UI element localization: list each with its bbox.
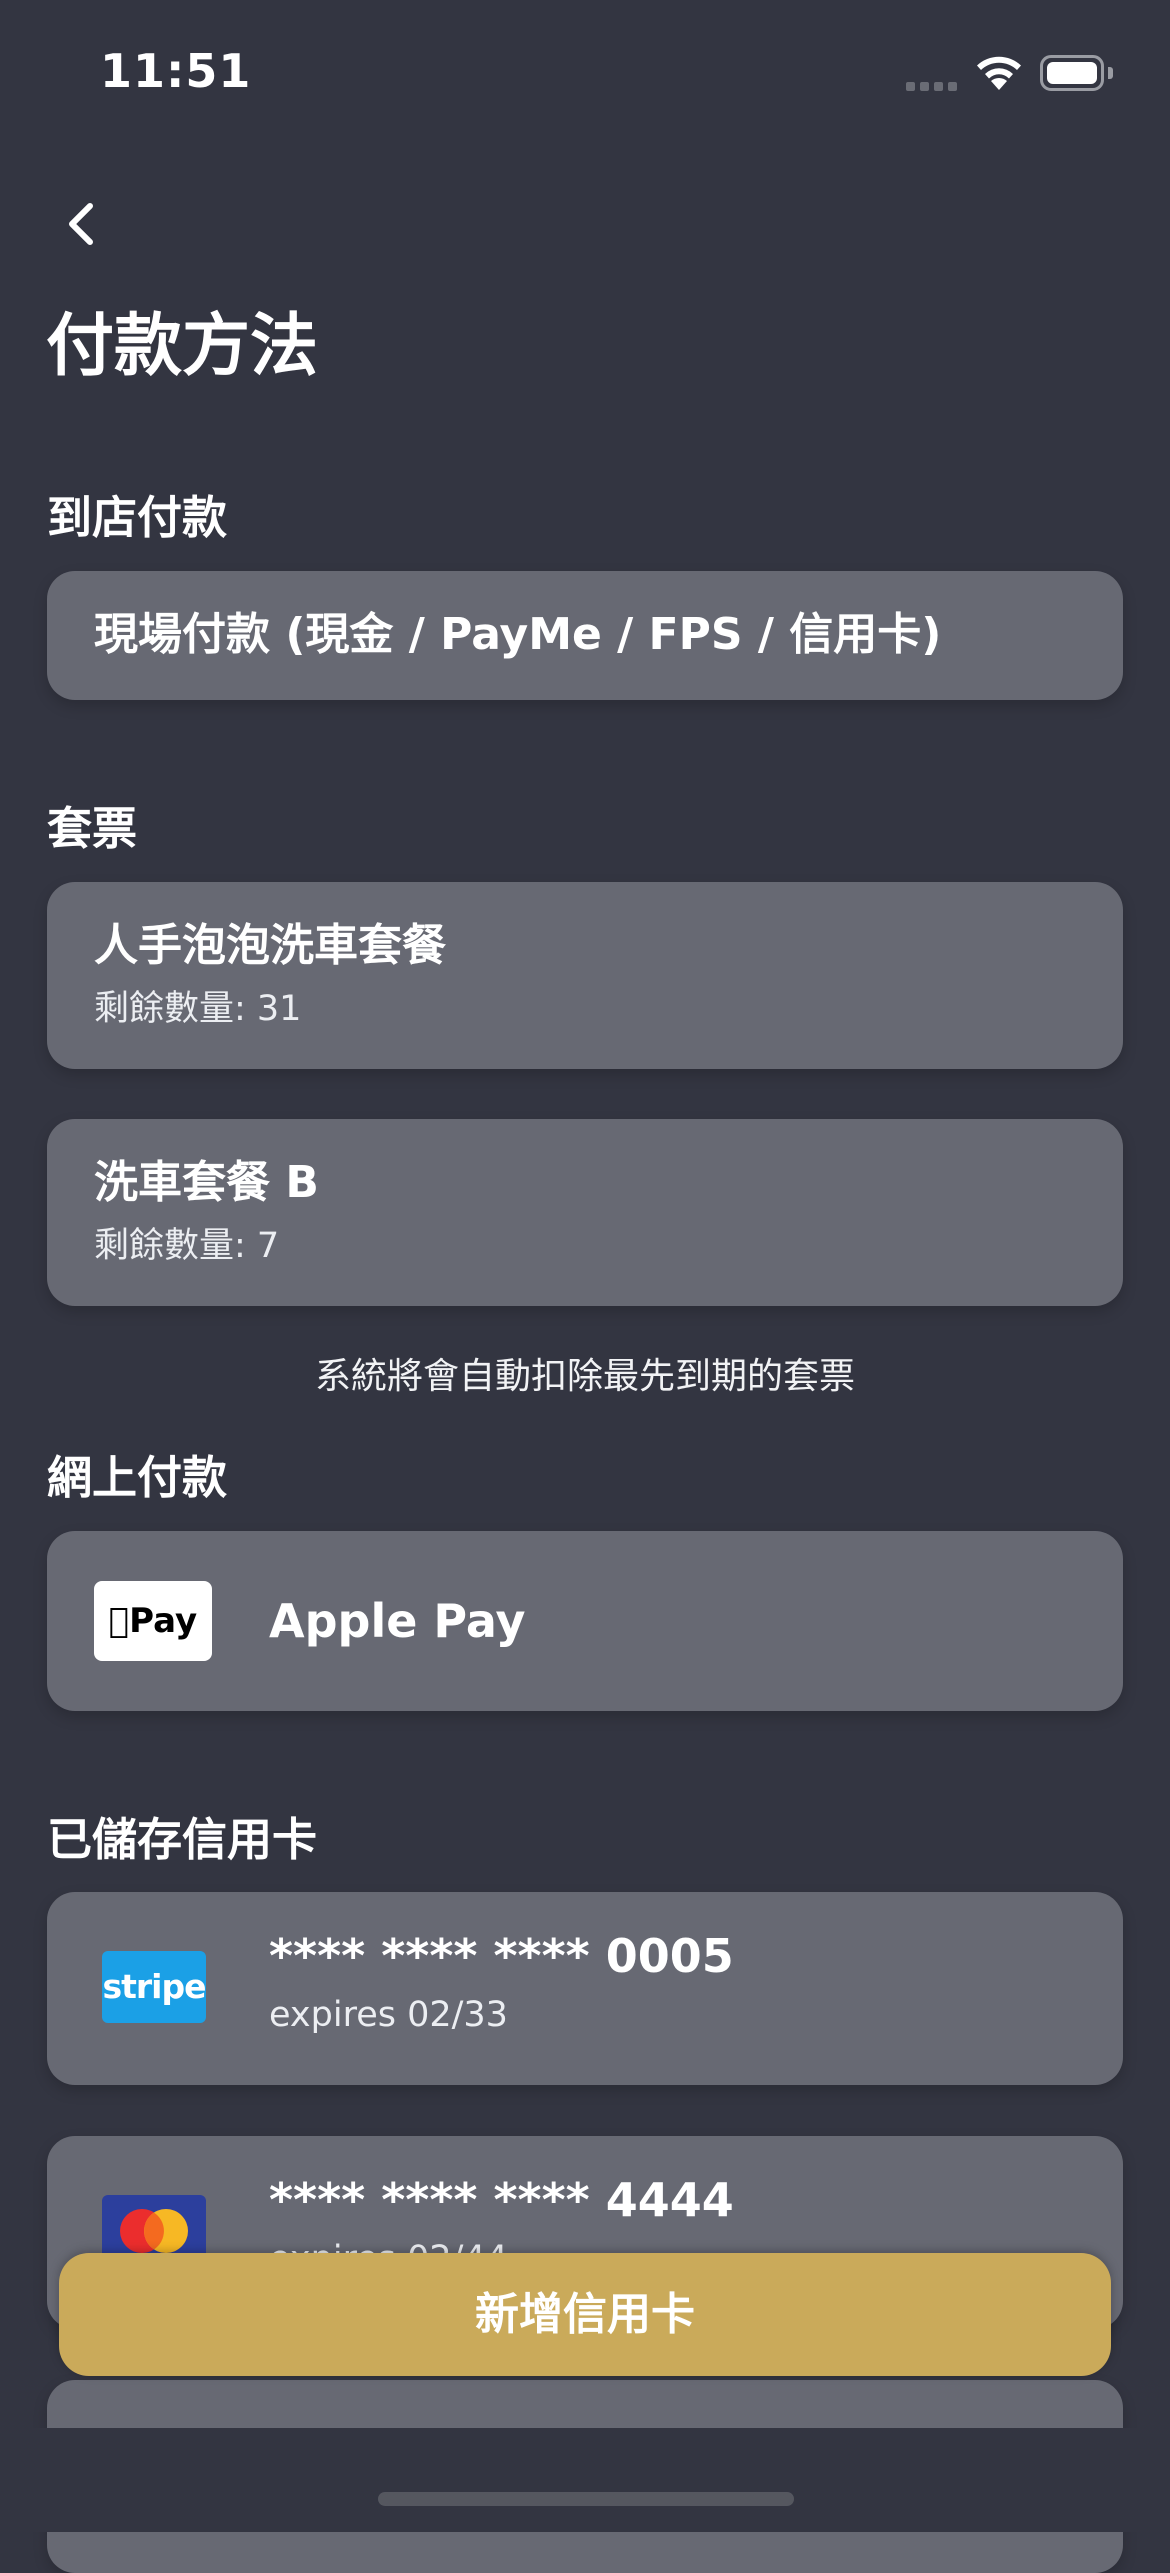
apple-pay-label: Apple Pay: [269, 1594, 526, 1648]
ticket-name: 洗車套餐 B: [94, 1157, 319, 1208]
bottom-safe-area: [0, 2428, 1170, 2532]
stripe-logo: stripe: [102, 1951, 207, 2023]
wifi-icon: [977, 56, 1021, 90]
battery-icon: [1040, 55, 1104, 91]
status-bar: 11:51: [0, 0, 1170, 150]
apple-pay-logo-text: Pay: [118, 1601, 197, 1641]
section-title-in-store: 到店付款: [47, 491, 228, 544]
card-number: **** **** **** 4444: [269, 2173, 734, 2227]
pay-in-store-label: 現場付款 (現金 / PayMe / FPS / 信用卡): [94, 609, 942, 660]
status-time: 11:51: [100, 44, 252, 98]
section-title-tickets: 套票: [47, 802, 138, 855]
ticket-deduction-note: 系統將會自動扣除最先到期的套票: [314, 1356, 855, 1397]
apple-pay-logo: Pay: [94, 1581, 212, 1661]
ticket-remaining: 剩餘數量: 31: [94, 989, 302, 1029]
cellular-signal-icon: [906, 82, 960, 92]
card-expiry: expires 02/33: [269, 1995, 508, 2035]
apple-logo-icon: : [109, 1601, 129, 1641]
ticket-option-1[interactable]: 人手泡泡洗車套餐 剩餘數量: 31: [47, 882, 1123, 1069]
ticket-option-2[interactable]: 洗車套餐 B 剩餘數量: 7: [47, 1119, 1123, 1306]
home-indicator: [378, 2492, 794, 2506]
section-title-saved-cards: 已儲存信用卡: [47, 1813, 318, 1866]
pay-in-store-option[interactable]: 現場付款 (現金 / PayMe / FPS / 信用卡): [47, 571, 1123, 700]
saved-card-0005[interactable]: stripe **** **** **** 0005 expires 02/33: [47, 1892, 1123, 2085]
card-number: **** **** **** 0005: [269, 1929, 734, 1983]
ticket-name: 人手泡泡洗車套餐: [94, 920, 446, 971]
ticket-remaining: 剩餘數量: 7: [94, 1226, 280, 1266]
battery-cap: [1108, 67, 1113, 79]
add-credit-card-button[interactable]: 新增信用卡: [59, 2253, 1111, 2376]
back-chevron-icon[interactable]: [56, 192, 116, 256]
apple-pay-option[interactable]: Pay Apple Pay: [47, 1531, 1123, 1711]
page-title: 付款方法: [46, 307, 319, 386]
section-title-online: 網上付款: [47, 1451, 228, 1504]
